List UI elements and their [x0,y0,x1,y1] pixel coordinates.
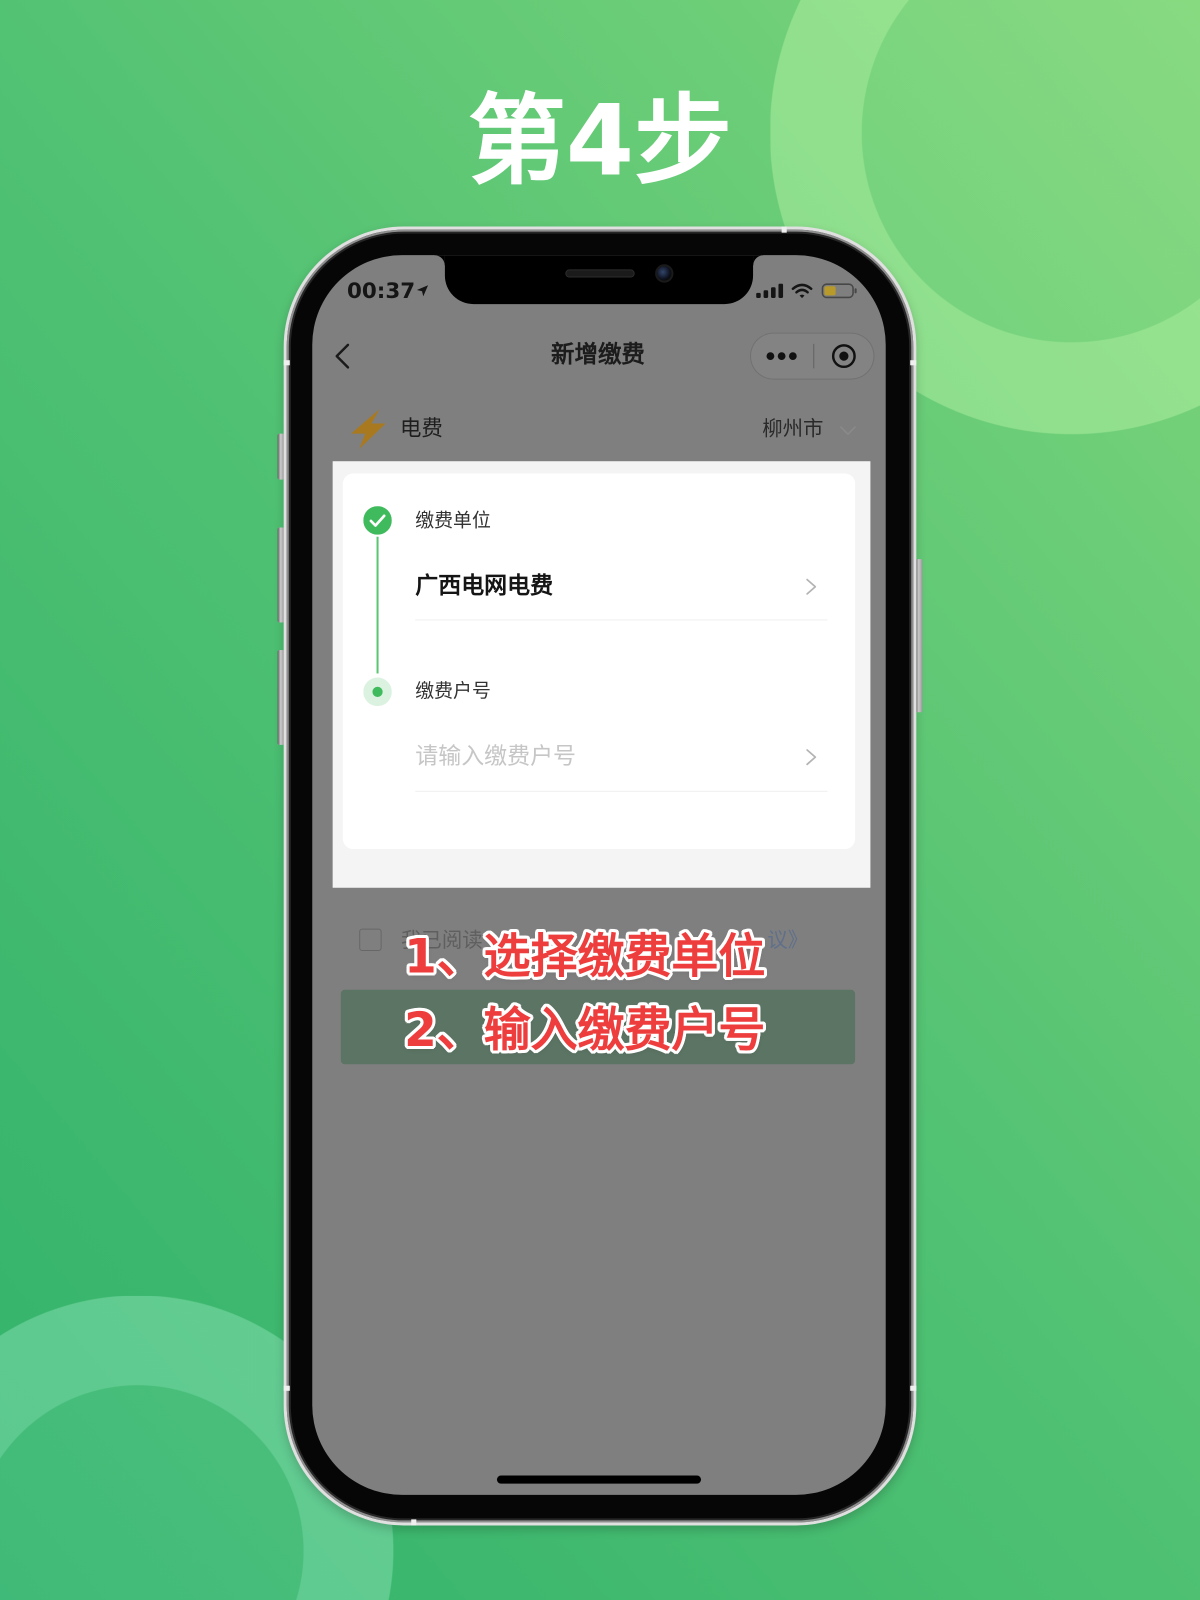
icon-shape [806,749,817,766]
account-number-input[interactable] [415,736,793,776]
phone-antenna-band [411,1519,417,1526]
phone-screen: 00:37 新增缴费 电费 柳州市 缴费单位 广西电网电费 缴费户号 请输入缴费… [312,255,886,1495]
icon-shape [335,343,350,369]
icon-shape [766,352,775,360]
step-label-unit: 缴费单位 [415,510,491,532]
icon-shape [799,294,805,299]
nav-bar: 新增缴费 [312,329,885,386]
dot-circle-icon [363,677,392,707]
close-miniprogram-button[interactable] [814,334,873,379]
wifi-icon [791,283,813,299]
signal-icon [756,283,784,298]
signal-bar [778,283,784,298]
phone-antenna-band [781,226,787,233]
account-number-row[interactable] [415,733,827,780]
agreement-link[interactable]: 议》 [767,926,808,955]
check-circle-icon [363,506,392,535]
step-label-account: 缴费户号 [415,680,491,703]
icon-shape [839,351,849,361]
annotation-step-1: 1、选择缴费单位 [404,928,766,984]
more-button[interactable] [751,334,813,379]
payment-form-card: 缴费单位 广西电网电费 缴费户号 [342,473,856,849]
chevron-down-icon [840,426,856,436]
target-icon [831,344,856,369]
back-button[interactable] [324,335,365,378]
signal-bar [763,290,769,298]
icon-shape [806,578,817,595]
category-name: 电费 [400,416,443,441]
annotation-step-2: 2、输入缴费户号 [404,1002,766,1058]
icon-shape [840,426,856,436]
icon-shape [351,409,386,449]
icon-shape [788,352,797,360]
lightning-icon [351,409,386,449]
icon-shape [791,283,813,290]
phone-antenna-band [283,1385,290,1391]
more-icon [766,352,797,360]
agreement-checkbox[interactable] [359,928,382,952]
battery-level-fill [824,286,836,296]
signal-bar [756,292,761,298]
phone-power-button [915,559,923,713]
battery-icon [821,283,857,299]
status-time: 00:37 [346,278,416,304]
category-row: 电费 柳州市 [312,404,885,453]
status-bar: 00:37 [312,255,885,316]
step-connector-line [376,536,379,674]
divider [415,619,828,621]
step-title: 第4步 [467,83,733,198]
location-arrow-icon [416,285,429,297]
battery-nub [854,288,857,294]
icon-shape [372,686,383,697]
chevron-right-icon [806,578,817,595]
icon-shape [363,506,392,535]
phone-antenna-band [910,360,917,366]
promo-canvas: 第4步 00:37 新增缴费 电费 柳州市 缴费单位 广西电网电费 缴费户号 请… [0,0,1200,1600]
divider [415,790,828,792]
city-name: 柳州市 [762,416,824,441]
nav-title: 新增缴费 [551,341,645,369]
phone-antenna-band [910,1385,917,1391]
payment-unit-value: 广西电网电费 [415,572,554,599]
home-indicator [496,1475,702,1484]
chevron-right-icon [806,749,817,766]
signal-bar [771,287,776,298]
phone-antenna-band [283,360,290,366]
icon-shape [795,288,809,294]
chevron-left-icon [335,343,350,369]
icon-shape [777,352,786,360]
payment-unit-selector[interactable]: 广西电网电费 [415,561,827,610]
icon-shape [416,285,429,297]
miniprogram-capsule [750,332,875,380]
city-selector[interactable]: 柳州市 [756,408,868,449]
